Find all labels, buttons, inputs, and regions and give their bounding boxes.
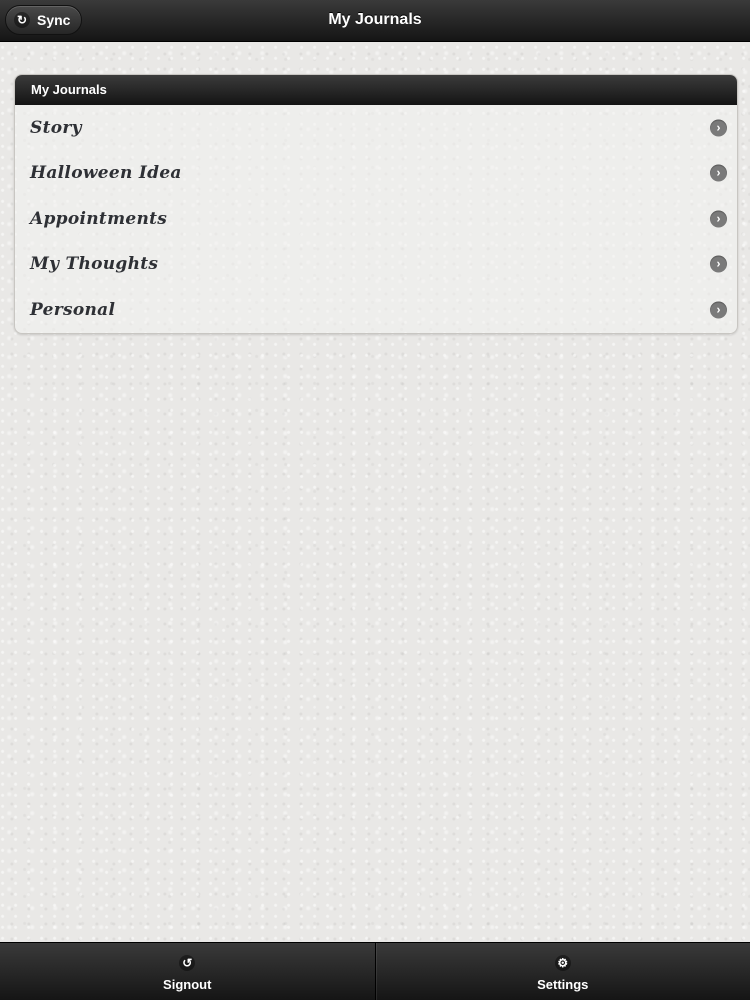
journal-item-my-thoughts[interactable]: My Thoughts › [15,242,737,288]
chevron-right-icon: › [710,119,727,137]
journal-item-appointments[interactable]: Appointments › [15,196,737,242]
settings-button[interactable]: ⚙ Settings [374,943,750,1000]
journal-list-header: My Journals [15,75,737,105]
gear-icon: ⚙ [554,955,571,971]
journal-item-label: Appointments [30,208,168,229]
signout-button[interactable]: ↺ Signout [0,943,375,1000]
chevron-right-icon: › [710,255,727,273]
top-navigation-bar: ↻ Sync My Journals [0,0,750,42]
bottom-toolbar: ↺ Signout ⚙ Settings [0,942,750,1000]
back-arrow-icon: ↺ [179,955,196,971]
journal-item-personal[interactable]: Personal › [15,287,737,333]
journal-item-label: Halloween Idea [30,163,182,184]
chevron-right-icon: › [710,164,727,182]
chevron-right-icon: › [710,210,727,228]
journal-item-label: Personal [30,299,116,320]
journal-item-label: Story [30,117,82,138]
signout-label: Signout [163,977,212,992]
settings-label: Settings [537,977,589,992]
journal-list: My Journals Story › Halloween Idea › App… [14,74,738,334]
journal-item-story[interactable]: Story › [15,105,737,151]
chevron-right-icon: › [710,301,727,319]
journal-item-halloween-idea[interactable]: Halloween Idea › [15,151,737,197]
journal-item-label: My Thoughts [30,254,159,275]
page-title: My Journals [328,11,422,28]
